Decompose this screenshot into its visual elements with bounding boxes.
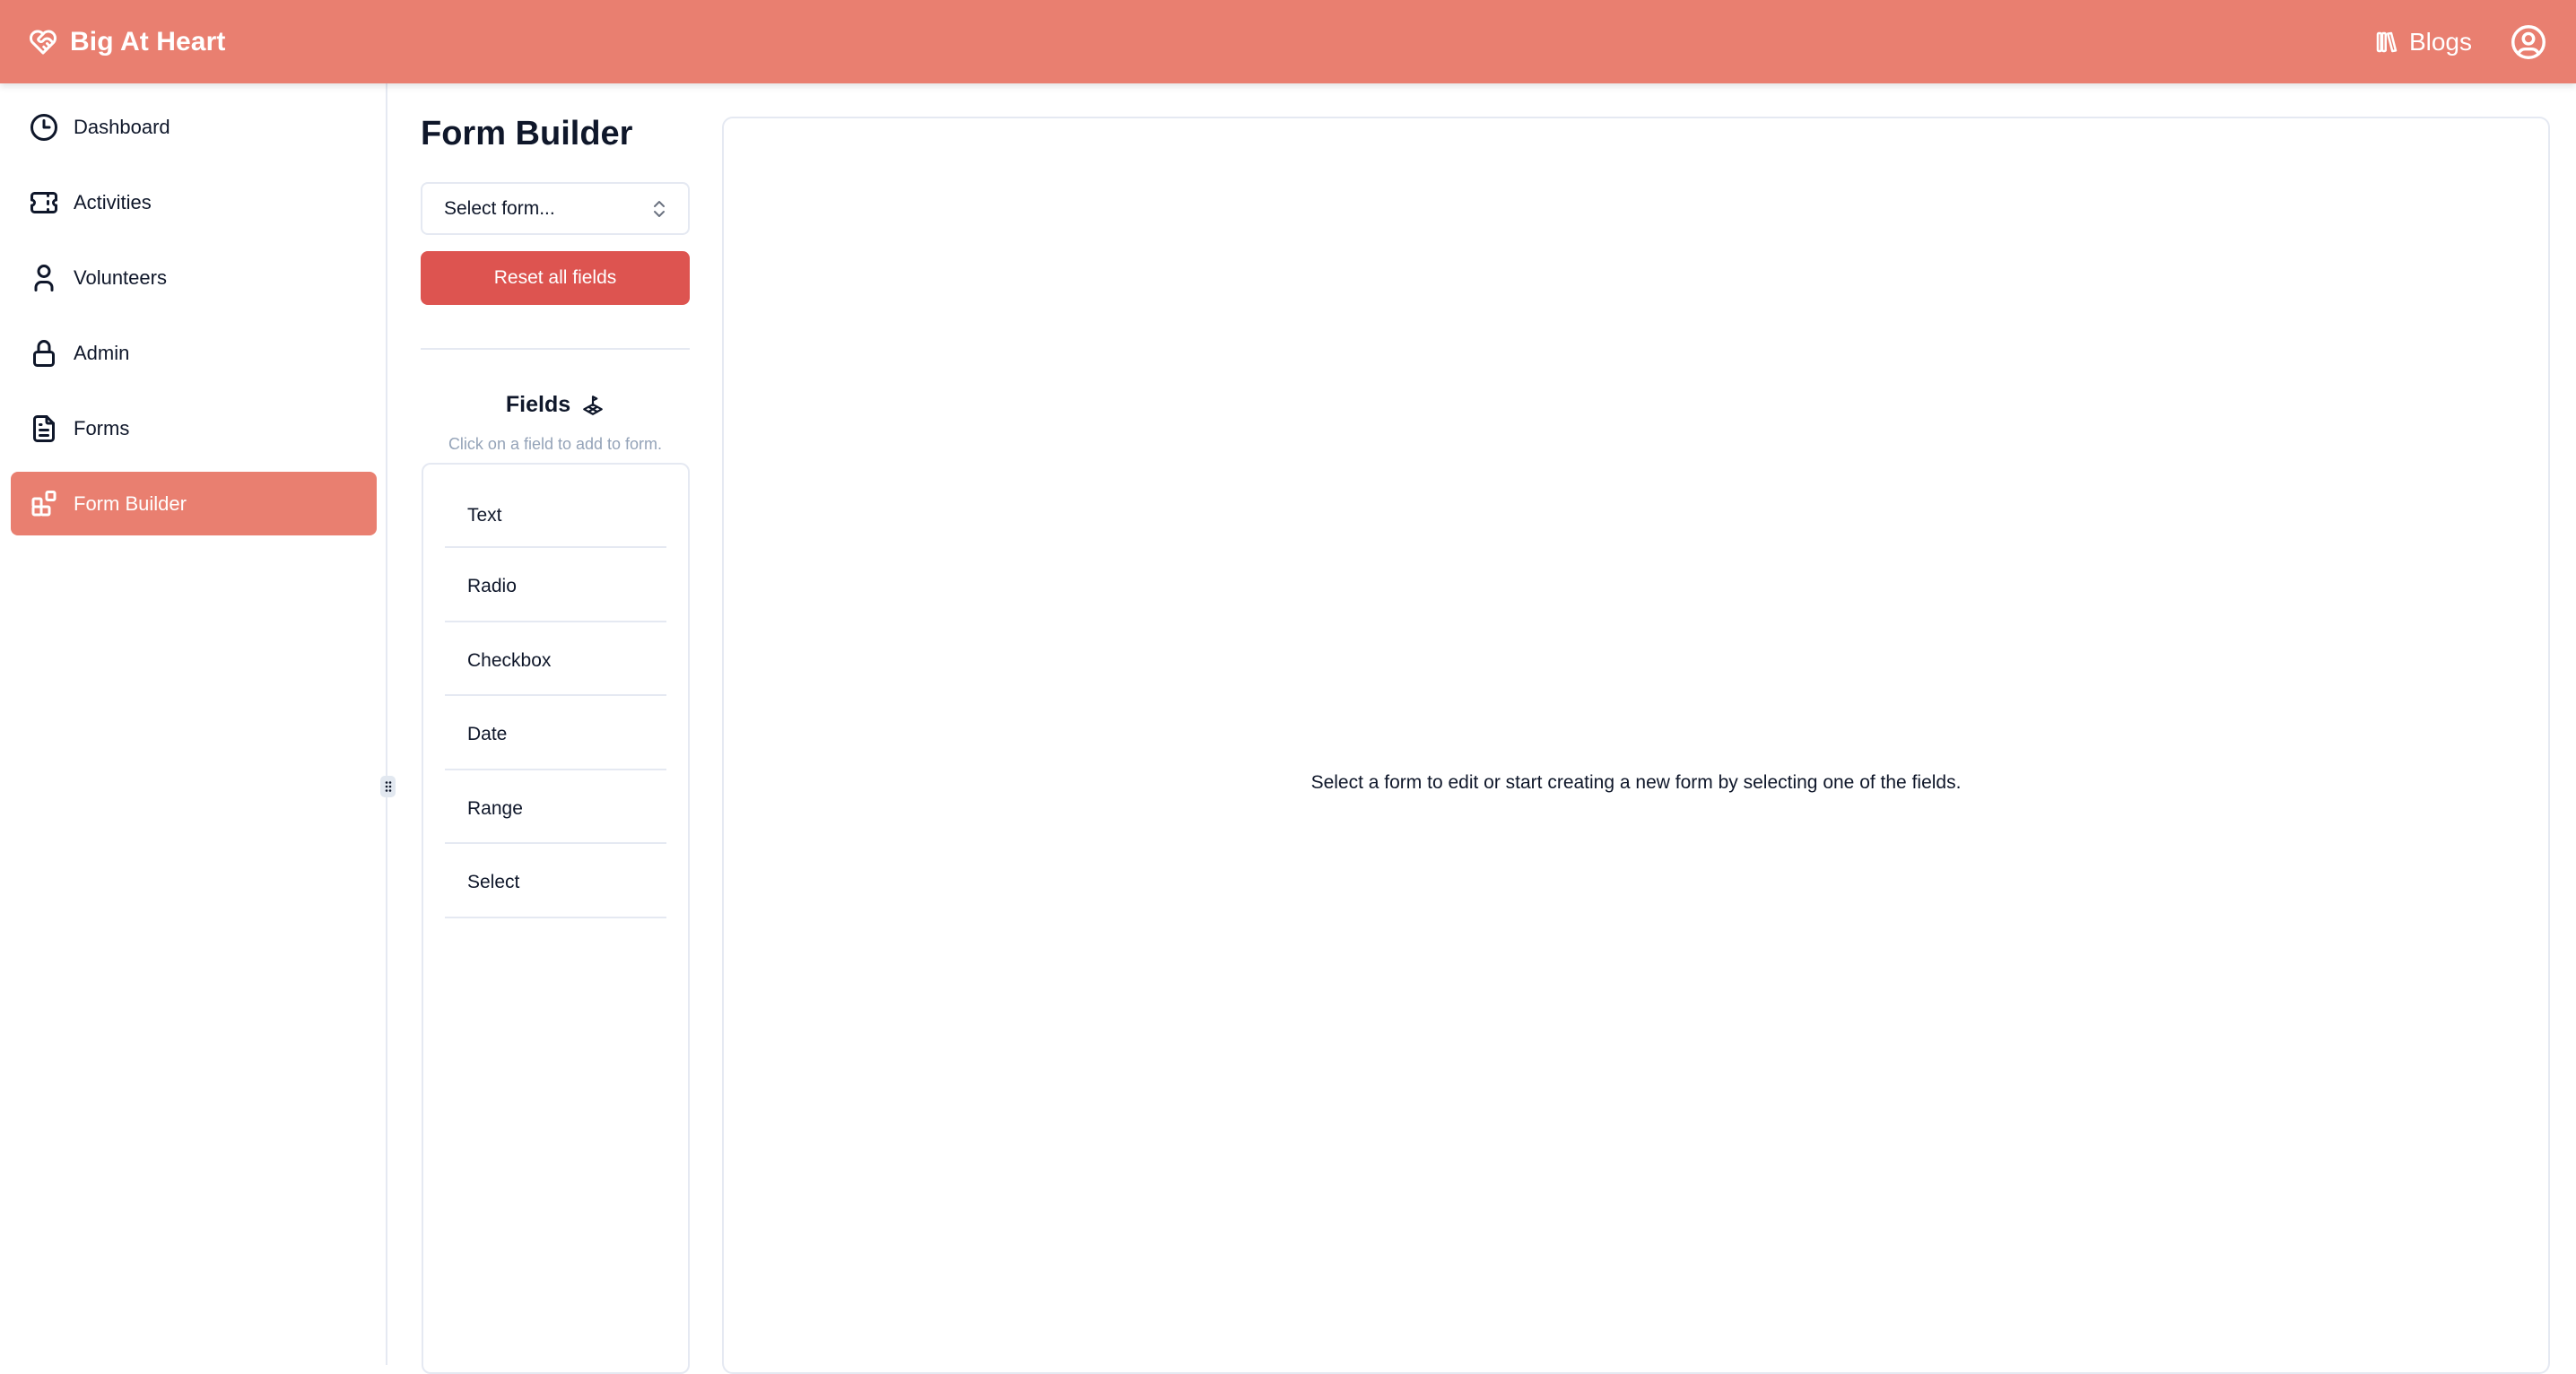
page-title: Form Builder [421, 115, 632, 153]
fields-heading: Fields [421, 392, 690, 418]
sidebar-item-label: Volunteers [74, 266, 167, 290]
sidebar-item-label: Activities [74, 191, 152, 214]
sidebar-item-admin[interactable]: Admin [11, 321, 377, 385]
blogs-link[interactable]: Blogs [2373, 28, 2472, 57]
sidebar: Dashboard Activities Volunteers Admin [0, 83, 387, 1365]
sidebar-item-label: Dashboard [74, 116, 170, 139]
field-type-text[interactable]: Text [445, 465, 666, 548]
grip-vertical-icon [384, 780, 393, 793]
selector-icon [650, 198, 668, 220]
sidebar-item-activities[interactable]: Activities [11, 170, 377, 234]
header-actions: Blogs [2373, 0, 2549, 83]
apps-icon [28, 488, 60, 520]
heart-handshake-icon [27, 26, 59, 58]
sidebar-item-label: Forms [74, 417, 129, 440]
field-type-select[interactable]: Select [445, 844, 666, 918]
file-text-icon [28, 413, 60, 445]
lock-icon [28, 337, 60, 370]
user-icon [28, 262, 60, 294]
clock-icon [28, 111, 60, 143]
books-icon [2373, 29, 2400, 56]
field-type-checkbox[interactable]: Checkbox [445, 622, 666, 697]
brand-name: Big At Heart [70, 27, 225, 57]
brand-logo-link[interactable]: Big At Heart [27, 0, 225, 83]
blogs-label: Blogs [2409, 28, 2472, 57]
sidebar-item-volunteers[interactable]: Volunteers [11, 246, 377, 309]
user-circle-icon [2508, 22, 2549, 63]
sidebar-item-dashboard[interactable]: Dashboard [11, 95, 377, 159]
form-select-dropdown[interactable]: Select form... [421, 182, 690, 235]
fields-heading-label: Fields [506, 392, 570, 418]
top-header: Big At Heart Blogs [0, 0, 2576, 83]
field-type-date[interactable]: Date [445, 696, 666, 770]
reset-all-fields-button[interactable]: Reset all fields [421, 251, 690, 305]
ticket-icon [28, 187, 60, 219]
sidebar-resize-handle[interactable] [380, 776, 396, 797]
fields-hint: Click on a field to add to form. [421, 435, 690, 454]
divider [421, 348, 690, 350]
sidebar-item-label: Form Builder [74, 492, 187, 516]
form-canvas: Select a form to edit or start creating … [722, 117, 2550, 1374]
field-type-range[interactable]: Range [445, 770, 666, 845]
map-flag-icon [581, 394, 605, 417]
field-type-radio[interactable]: Radio [445, 548, 666, 622]
sidebar-item-forms[interactable]: Forms [11, 396, 377, 460]
canvas-empty-message: Select a form to edit or start creating … [724, 772, 2548, 794]
profile-button[interactable] [2508, 22, 2549, 63]
sidebar-item-form-builder[interactable]: Form Builder [11, 472, 377, 535]
fields-list: Text Radio Checkbox Date Range Select [422, 463, 690, 1374]
sidebar-item-label: Admin [74, 342, 129, 365]
form-select-value: Select form... [444, 198, 555, 220]
